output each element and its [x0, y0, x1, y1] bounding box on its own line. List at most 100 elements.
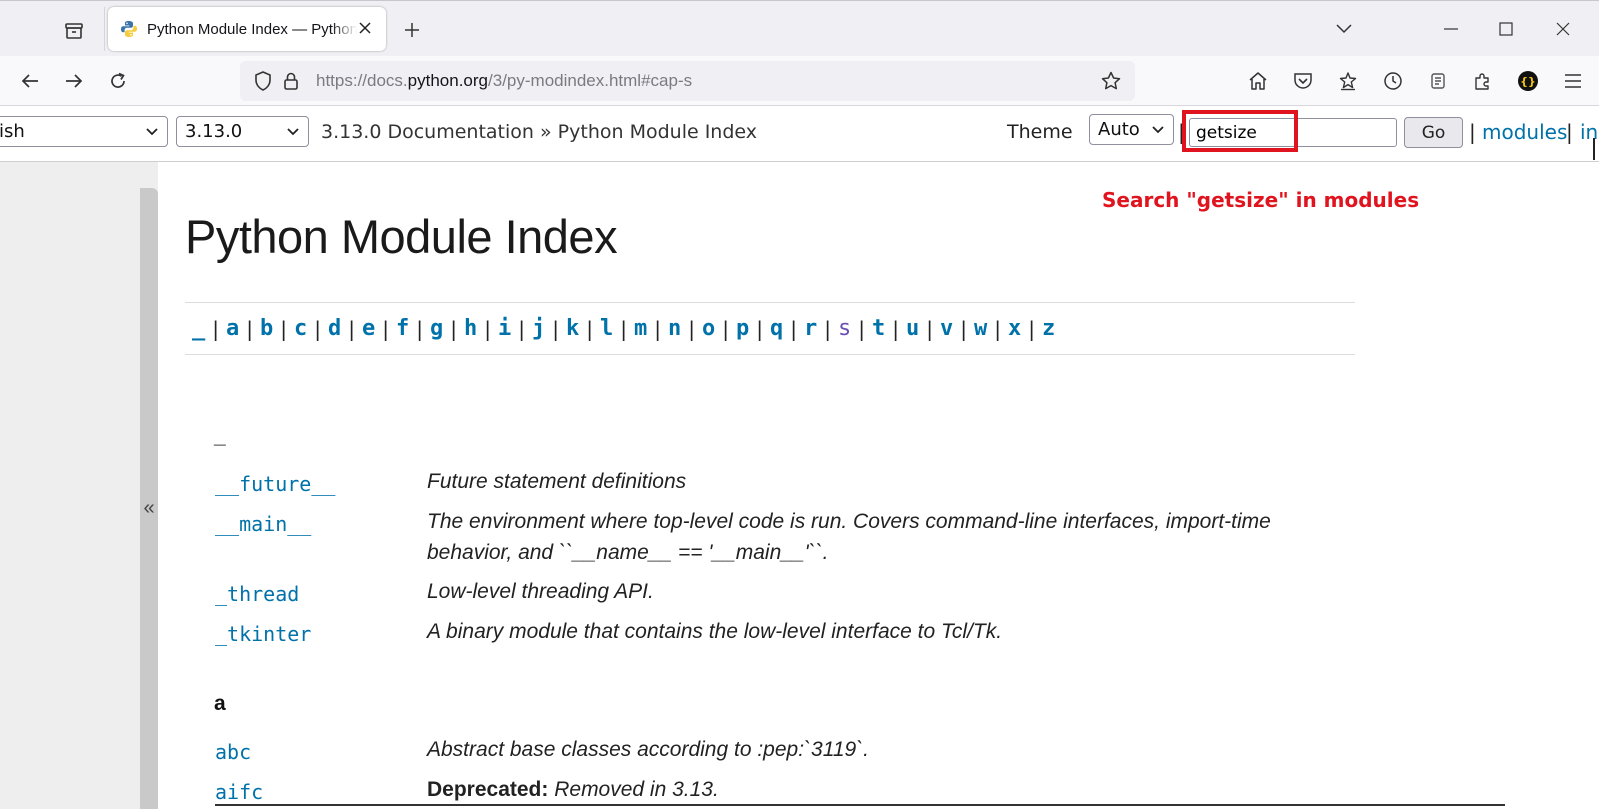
letter-link-u[interactable]: u — [906, 316, 919, 341]
group-heading: _ — [214, 425, 226, 448]
url-text[interactable]: https://docs.python.org/3/py-modindex.ht… — [316, 71, 692, 91]
profile-icon[interactable]: {} — [1513, 66, 1543, 96]
python-favicon — [121, 21, 137, 37]
letter-separator: | — [382, 316, 389, 341]
version-select[interactable]: 3.13.0 — [176, 116, 309, 147]
chevron-down-icon — [287, 127, 299, 135]
letter-separator: | — [824, 316, 831, 341]
letter-link-d[interactable]: d — [328, 316, 341, 341]
history-icon[interactable] — [1378, 66, 1408, 96]
letter-link-n[interactable]: n — [668, 316, 681, 341]
letter-separator: | — [348, 316, 355, 341]
maximize-icon[interactable] — [1490, 13, 1522, 45]
module-description: The environment where top-level code is … — [427, 506, 1347, 568]
go-button[interactable]: Go — [1404, 117, 1463, 148]
letter-separator: | — [960, 316, 967, 341]
letter-link-j[interactable]: j — [532, 316, 545, 341]
breadcrumb-separator: » — [540, 121, 552, 143]
active-tab[interactable]: Python Module Index — Python 3.13.0 docu… — [108, 7, 386, 51]
separator-pipe: | — [1469, 120, 1476, 144]
pocket-icon[interactable] — [1288, 66, 1318, 96]
shield-icon[interactable] — [252, 70, 274, 92]
module-link[interactable]: __future__ — [215, 472, 335, 496]
theme-select[interactable]: Auto — [1089, 114, 1174, 145]
letter-separator: | — [858, 316, 865, 341]
chevron-down-icon — [1152, 125, 1164, 133]
modules-link[interactable]: modules — [1482, 120, 1567, 144]
letter-link-x[interactable]: x — [1008, 316, 1021, 341]
letter-separator: | — [416, 316, 423, 341]
close-window-icon[interactable] — [1547, 13, 1579, 45]
letter-separator: | — [688, 316, 695, 341]
letter-link-w[interactable]: w — [974, 316, 987, 341]
lock-icon[interactable] — [280, 70, 302, 92]
plus-icon[interactable] — [398, 16, 426, 44]
letter-link-b[interactable]: b — [260, 316, 273, 341]
letter-link-o[interactable]: o — [702, 316, 715, 341]
letter-link-q[interactable]: q — [770, 316, 783, 341]
module-description-text: Abstract base classes according to :pep:… — [427, 738, 870, 761]
url-bar[interactable]: https://docs.python.org/3/py-modindex.ht… — [240, 61, 1135, 101]
page-title: Python Module Index — [185, 210, 618, 263]
module-description-text: Removed in 3.13. — [554, 778, 719, 801]
module-link[interactable]: aifc — [215, 780, 263, 804]
letter-separator: | — [994, 316, 1001, 341]
module-description: A binary module that contains the low-le… — [427, 616, 1347, 647]
module-description-text: Future statement definitions — [427, 470, 687, 493]
module-description: Low-level threading API. — [427, 576, 1347, 607]
text-caret — [1593, 138, 1595, 160]
menu-icon[interactable] — [1558, 66, 1588, 96]
module-description: Abstract base classes according to :pep:… — [427, 734, 1347, 765]
letter-link-h[interactable]: h — [464, 316, 477, 341]
back-icon[interactable] — [14, 65, 46, 97]
module-link[interactable]: __main__ — [215, 512, 311, 536]
instruction-annotation: Search "getsize" in modules — [1102, 188, 1420, 212]
theme-value: Auto — [1098, 119, 1140, 140]
letter-separator: | — [280, 316, 287, 341]
letter-link-underscore[interactable]: _ — [192, 316, 205, 341]
letter-link-m[interactable]: m — [634, 316, 647, 341]
module-description-text: The environment where top-level code is … — [427, 510, 1271, 564]
breadcrumb-docs-link[interactable]: 3.13.0 Documentation — [321, 121, 534, 143]
letter-link-e[interactable]: e — [362, 316, 375, 341]
sidebar-toggle[interactable]: « — [140, 188, 158, 809]
letter-link-c[interactable]: c — [294, 316, 307, 341]
letter-separator: | — [892, 316, 899, 341]
letter-separator: | — [518, 316, 525, 341]
home-icon[interactable] — [1243, 66, 1273, 96]
letter-link-i[interactable]: i — [498, 316, 511, 341]
letter-link-g[interactable]: g — [430, 316, 443, 341]
letter-link-s[interactable]: s — [838, 316, 851, 341]
minimize-icon[interactable] — [1435, 13, 1467, 45]
extension-icon[interactable] — [1423, 66, 1453, 96]
letter-link-p[interactable]: p — [736, 316, 749, 341]
letter-link-k[interactable]: k — [566, 316, 579, 341]
module-link[interactable]: _tkinter — [215, 622, 311, 646]
module-description: Future statement definitions — [427, 466, 1347, 497]
bookmarks-icon[interactable] — [1333, 66, 1363, 96]
language-select[interactable]: ish — [0, 116, 168, 147]
deprecated-label: Deprecated: — [427, 778, 555, 801]
letter-link-l[interactable]: l — [600, 316, 613, 341]
letter-link-a[interactable]: a — [226, 316, 239, 341]
letter-link-f[interactable]: f — [396, 316, 409, 341]
breadcrumb-current: Python Module Index — [557, 121, 758, 143]
star-icon[interactable] — [1100, 70, 1122, 92]
forward-icon[interactable] — [58, 65, 90, 97]
close-icon[interactable] — [356, 19, 374, 37]
module-link[interactable]: abc — [215, 740, 251, 764]
breadcrumb: 3.13.0 Documentation » Python Module Ind… — [321, 121, 757, 143]
divider — [215, 804, 1505, 806]
reload-icon[interactable] — [102, 65, 134, 97]
letter-link-z[interactable]: z — [1042, 316, 1055, 341]
chevron-down-icon[interactable] — [1328, 13, 1360, 45]
letter-link-r[interactable]: r — [804, 316, 817, 341]
navigation-toolbar: https://docs.python.org/3/py-modindex.ht… — [0, 56, 1599, 106]
tab-title: Python Module Index — Python 3.13.0 docu… — [147, 20, 357, 38]
tab-list-icon[interactable] — [58, 17, 90, 45]
letter-link-v[interactable]: v — [940, 316, 953, 341]
letter-link-t[interactable]: t — [872, 316, 885, 341]
index-link[interactable]: inde — [1580, 120, 1599, 144]
module-link[interactable]: _thread — [215, 582, 299, 606]
puzzle-icon[interactable] — [1468, 66, 1498, 96]
